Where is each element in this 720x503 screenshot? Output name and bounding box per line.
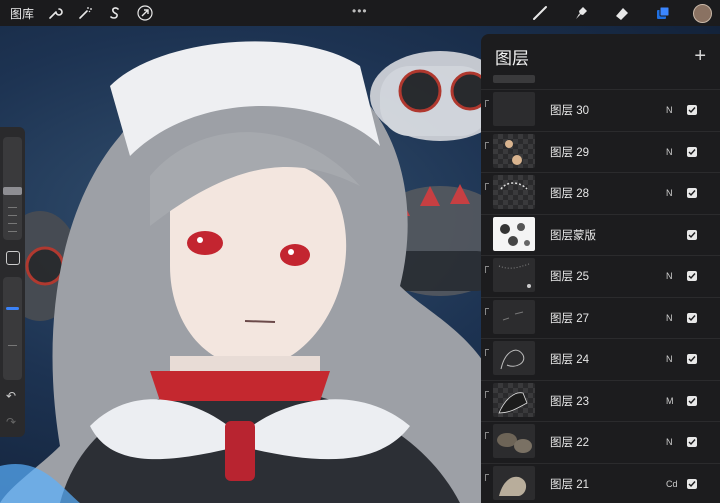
magic-wand-icon[interactable]: [74, 2, 96, 24]
layer-name: 图层 22: [550, 437, 589, 450]
layer-thumbnail: [493, 299, 535, 334]
layer-thumbnail: [493, 465, 535, 500]
layer-row[interactable]: 图层 23 M: [481, 379, 720, 422]
transform-arrow-icon[interactable]: [134, 2, 156, 24]
gallery-button[interactable]: 图库: [10, 5, 34, 22]
layer-row[interactable]: 图层蒙版: [481, 213, 720, 256]
layer-name: 图层 24: [550, 354, 589, 367]
layer-thumbnail-art: [498, 263, 531, 288]
layer-name: 图层 29: [550, 146, 589, 159]
brush-opacity-thumb[interactable]: [6, 307, 19, 310]
layer-name: 图层 28: [550, 188, 589, 201]
visibility-checkbox[interactable]: [687, 478, 697, 489]
clip-indicator: [485, 100, 489, 107]
layer-row[interactable]: 图层 29 N: [481, 130, 720, 173]
blend-mode-button[interactable]: N: [666, 354, 673, 364]
add-layer-button[interactable]: +: [694, 45, 706, 68]
blend-mode-button[interactable]: N: [666, 313, 673, 323]
visibility-checkbox[interactable]: [687, 395, 697, 406]
layer-list: 图层 30 N 图层 29 N 图层 28 N 图层蒙版 图层 25 N 图层 …: [481, 89, 720, 503]
layer-thumbnail: [493, 216, 535, 251]
layers-panel-header: 图层 +: [481, 34, 720, 79]
layer-thumbnail-art: [500, 182, 528, 190]
layer-name: 图层 21: [550, 478, 589, 491]
layer-thumbnail: [493, 175, 535, 209]
layer-thumbnail-art: [500, 222, 530, 246]
layer-row[interactable]: 图层 27 N: [481, 296, 720, 339]
blend-mode-button[interactable]: M: [666, 396, 674, 406]
color-swatch-button[interactable]: [693, 3, 712, 23]
layer-thumbnail: [493, 424, 535, 458]
layer-thumbnail-art: [498, 391, 528, 413]
right-tools: [529, 0, 720, 26]
brush-size-slider[interactable]: [3, 137, 22, 240]
layer-row[interactable]: 图层 28 N: [481, 172, 720, 214]
smudge-icon[interactable]: [570, 2, 592, 24]
eraser-icon[interactable]: [611, 2, 633, 24]
layer-thumbnail: [493, 258, 535, 292]
slider-tick: [8, 223, 17, 224]
clip-indicator: [485, 307, 489, 315]
layer-thumbnail-art: [505, 139, 522, 165]
top-toolbar: 图库 •••: [0, 0, 720, 26]
partial-layer-thumbnail: [493, 75, 535, 83]
visibility-checkbox[interactable]: [687, 146, 697, 157]
blend-mode-button[interactable]: Cd: [666, 479, 678, 489]
layer-thumbnail-art: [500, 349, 525, 370]
layers-icon[interactable]: [652, 2, 674, 24]
square-icon[interactable]: [6, 251, 20, 265]
layer-name: 图层 23: [550, 395, 589, 408]
layer-thumbnail: [493, 341, 535, 375]
more-options-button[interactable]: •••: [352, 4, 368, 18]
visibility-checkbox[interactable]: [687, 105, 697, 116]
blend-mode-button[interactable]: N: [666, 437, 673, 447]
clip-indicator: [485, 432, 489, 439]
brush-opacity-slider[interactable]: [3, 277, 22, 380]
layer-row[interactable]: 图层 21 Cd: [481, 462, 720, 503]
clip-indicator: [485, 266, 489, 273]
blend-mode-button[interactable]: N: [666, 271, 673, 281]
clip-indicator: [485, 390, 489, 398]
clip-indicator: [485, 183, 489, 190]
brush-size-thumb[interactable]: [3, 187, 22, 195]
blend-mode-button[interactable]: N: [666, 147, 673, 157]
slider-tick: [8, 345, 17, 346]
slider-tick: [8, 231, 17, 232]
wrench-icon[interactable]: [44, 2, 66, 24]
layer-row[interactable]: 图层 30 N: [481, 89, 720, 131]
layer-thumbnail: [493, 92, 535, 126]
layer-row[interactable]: 图层 25 N: [481, 255, 720, 297]
redo-icon[interactable]: ↷: [6, 415, 16, 429]
layer-name: 图层 30: [550, 105, 589, 118]
visibility-checkbox[interactable]: [687, 354, 697, 365]
layer-name: 图层 25: [550, 271, 589, 284]
layer-thumbnail: [493, 133, 535, 168]
layers-panel: 图层 + 图层 30 N 图层 29 N 图层 28 N 图层蒙版 图层 25 …: [481, 34, 720, 503]
selection-icon[interactable]: [104, 2, 126, 24]
layer-name: 图层蒙版: [550, 229, 596, 242]
undo-icon[interactable]: ↶: [6, 389, 16, 403]
layer-thumbnail-art: [497, 433, 532, 453]
slider-tick: [8, 207, 17, 208]
visibility-checkbox[interactable]: [687, 437, 697, 448]
clip-indicator: [485, 141, 489, 149]
visibility-checkbox[interactable]: [687, 312, 697, 323]
blend-mode-button[interactable]: N: [666, 188, 673, 198]
layer-row[interactable]: 图层 22 N: [481, 421, 720, 463]
slider-tick: [8, 215, 17, 216]
layer-thumbnail-art: [502, 311, 524, 320]
visibility-checkbox[interactable]: [687, 271, 697, 282]
layer-thumbnail-art: [499, 476, 527, 496]
visibility-checkbox[interactable]: [687, 188, 697, 199]
layer-thumbnail: [493, 382, 535, 417]
blend-mode-button[interactable]: N: [666, 105, 673, 115]
layer-name: 图层 27: [550, 312, 589, 325]
layers-panel-title: 图层: [495, 49, 529, 68]
clip-indicator: [485, 349, 489, 356]
brush-icon[interactable]: [529, 2, 551, 24]
left-sidebar: ↶ ↷: [0, 127, 25, 437]
clip-indicator: [485, 473, 489, 481]
visibility-checkbox[interactable]: [687, 229, 697, 240]
layer-row[interactable]: 图层 24 N: [481, 338, 720, 380]
